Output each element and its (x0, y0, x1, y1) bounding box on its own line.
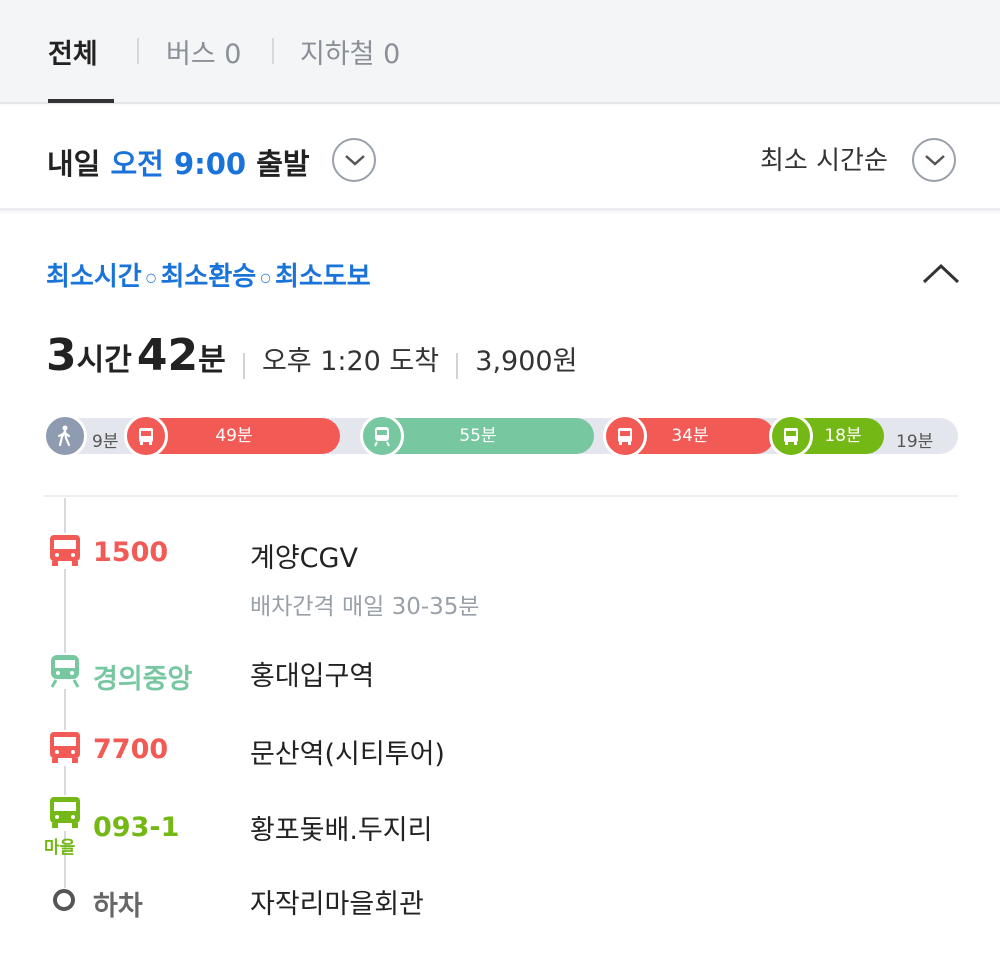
divider (44, 495, 958, 497)
step-interval: 배차간격 매일 30-35분 (250, 594, 480, 620)
departure-dropdown-button[interactable] (332, 138, 376, 182)
bus-icon (139, 428, 153, 445)
sort-label[interactable]: 최소 시간순 (760, 140, 888, 177)
walk-segment-icon (43, 414, 87, 458)
active-tab-indicator (48, 99, 114, 103)
duration-minutes-unit: 분 (198, 343, 226, 378)
duration-hours: 3 (46, 330, 77, 381)
bus-icon (50, 732, 80, 763)
departure-suffix: 출발 (256, 147, 310, 181)
route-tag: 최소도보 (275, 262, 371, 292)
departure-clock: 오전 9:00 (110, 147, 247, 181)
tab-separator (272, 38, 274, 64)
step-line-name[interactable]: 1500 (93, 537, 168, 568)
route-tag: 최소시간 (46, 262, 142, 292)
chevron-down-icon (345, 155, 365, 166)
tab-all[interactable]: 전체 (48, 32, 98, 71)
bus-icon (50, 535, 80, 566)
stop-dot-icon (53, 889, 75, 911)
bus-icon (784, 428, 798, 445)
collapse-button[interactable] (918, 256, 964, 290)
chevron-up-icon (922, 263, 960, 284)
bus-icon (50, 797, 80, 828)
walk-time-label: 9분 (92, 432, 119, 452)
tab-subway[interactable]: 지하철 0 (300, 32, 400, 71)
route-summary: 3시간 42분 오후 1:20 도착 3,900원 (46, 330, 577, 381)
step-stop-name[interactable]: 문산역(시티투어) (250, 732, 445, 771)
step-stop-name[interactable]: 계양CGV (250, 536, 358, 575)
departure-time[interactable]: 내일 오전 9:00 출발 (47, 141, 310, 183)
step-stop-name[interactable]: 황포돛배.두지리 (250, 808, 432, 847)
walk-icon (57, 425, 71, 447)
duration-minutes: 42 (136, 330, 199, 381)
route-card[interactable] (0, 214, 1000, 971)
bus-segment-icon (124, 414, 168, 458)
step-stop-name[interactable]: 홍대입구역 (250, 654, 374, 693)
tab-separator (137, 38, 139, 64)
step-line-name[interactable]: 093-1 (93, 812, 179, 843)
step-alight-label: 하차 (93, 891, 143, 922)
step-line-name[interactable]: 경의중앙 (93, 657, 192, 696)
train-icon (50, 655, 80, 688)
arrival-time: 오후 1:20 도착 (261, 346, 440, 377)
walk-time-label: 19분 (896, 432, 934, 452)
bus-step-icon (47, 533, 83, 569)
bus-segment-icon (603, 414, 647, 458)
departure-day: 내일 (47, 147, 101, 181)
village-bus-segment-icon (769, 414, 813, 458)
bus-step-icon (47, 730, 83, 766)
tab-bus[interactable]: 버스 0 (166, 32, 241, 71)
route-tags: 최소시간 ○ 최소환승 ○ 최소도보 (46, 262, 371, 292)
village-bus-badge: 마을 (44, 838, 76, 858)
step-line-name[interactable]: 7700 (93, 734, 168, 765)
fare: 3,900원 (475, 346, 578, 377)
bus-icon (618, 428, 632, 445)
step-stop-name[interactable]: 자작리마을회관 (250, 882, 424, 921)
duration-hours-unit: 시간 (76, 343, 132, 378)
train-step-icon (47, 653, 83, 689)
village-bus-step-icon (47, 795, 83, 831)
train-icon (374, 427, 390, 447)
tab-bar: 전체 버스 0 지하철 0 (0, 0, 1000, 104)
route-tag: 최소환승 (160, 262, 257, 292)
train-segment-icon (360, 414, 404, 458)
sort-dropdown-button[interactable] (912, 138, 956, 182)
chevron-down-icon (925, 155, 945, 166)
